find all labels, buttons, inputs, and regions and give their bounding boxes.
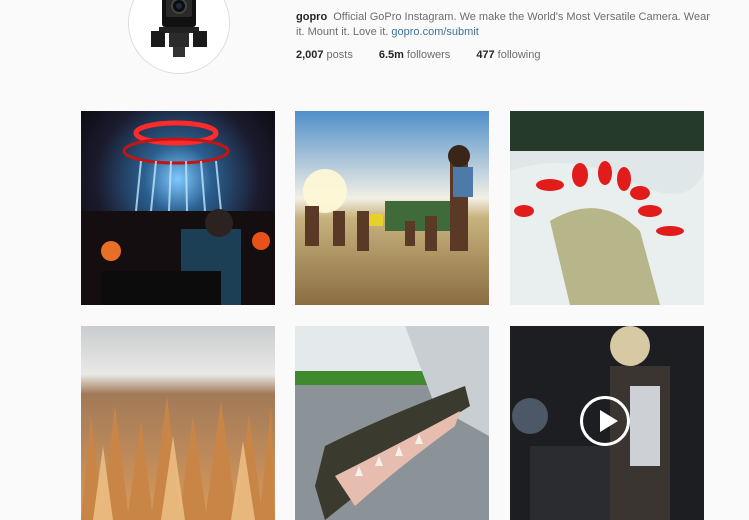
followers-count: 6.5m bbox=[378, 49, 404, 61]
following-stat[interactable]: 477 following bbox=[476, 49, 540, 61]
followers-label: followers bbox=[406, 49, 451, 61]
posts-stat: 2,007 posts bbox=[296, 49, 353, 61]
posts-label: posts bbox=[326, 49, 353, 61]
followers-stat[interactable]: 6.5m followers bbox=[379, 49, 450, 61]
camera-icon bbox=[129, 0, 229, 73]
profile-stats: 2,007 posts 6.5m followers 477 following bbox=[296, 49, 540, 61]
post-thumbnail-kayak[interactable] bbox=[510, 111, 704, 305]
play-icon[interactable] bbox=[580, 396, 630, 446]
post-thumbnail-concert[interactable] bbox=[81, 111, 275, 305]
following-count: 477 bbox=[476, 49, 495, 61]
profile-username[interactable]: gopro bbox=[296, 11, 327, 23]
following-label: following bbox=[497, 49, 541, 61]
bio-link[interactable]: gopro.com/submit bbox=[391, 26, 478, 38]
profile-bio: gopro Official GoPro Instagram. We make … bbox=[296, 10, 716, 40]
post-thumbnail-alligator[interactable] bbox=[295, 326, 489, 520]
posts-count: 2,007 bbox=[296, 49, 324, 61]
post-thumbnail-beach[interactable] bbox=[295, 111, 489, 305]
post-thumbnail-canyon[interactable] bbox=[81, 326, 275, 520]
bio-text: Official GoPro Instagram. We make the Wo… bbox=[296, 11, 710, 38]
post-thumbnail-musician-video[interactable] bbox=[510, 326, 704, 520]
profile-avatar[interactable] bbox=[128, 0, 230, 74]
